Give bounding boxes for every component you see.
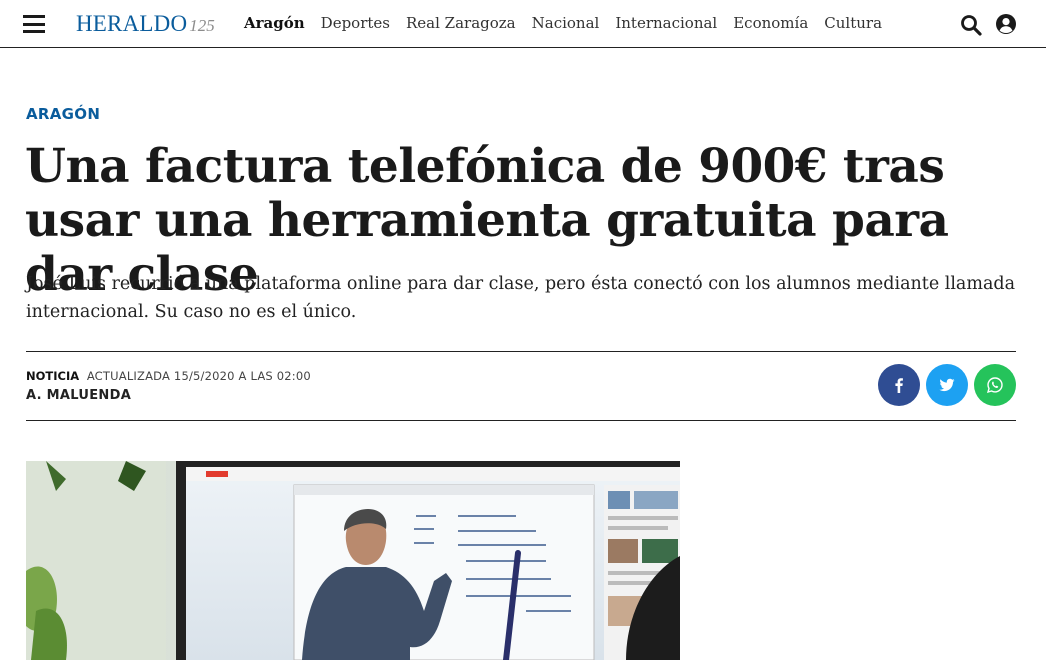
article-subtitle: José Luis recurrió a una plataforma onli… <box>26 274 1016 322</box>
article-photo[interactable] <box>26 461 680 660</box>
article-meta: NOTICIA ACTUALIZADA 15/5/2020 A LAS 02:0… <box>26 351 1016 421</box>
section-label[interactable]: ARAGÓN <box>26 105 100 123</box>
search-icon[interactable] <box>960 14 982 36</box>
main-nav: Aragón Deportes Real Zaragoza Nacional I… <box>244 13 898 33</box>
facebook-icon <box>895 378 903 393</box>
share-buttons <box>878 364 1016 406</box>
nav-item-aragon[interactable]: Aragón <box>244 13 305 33</box>
logo-badge: 125 <box>189 16 215 35</box>
whatsapp-icon <box>986 377 1003 394</box>
teacher-at-whiteboard-image <box>26 461 680 660</box>
nav-item-internacional[interactable]: Internacional <box>615 13 717 33</box>
logo-text: HERALDO <box>76 11 188 36</box>
meta-info: NOTICIA ACTUALIZADA 15/5/2020 A LAS 02:0… <box>26 369 311 383</box>
nav-item-deportes[interactable]: Deportes <box>321 13 390 33</box>
article-author[interactable]: A. MALUENDA <box>26 388 131 403</box>
nav-item-economia[interactable]: Economía <box>733 13 808 33</box>
nav-item-cultura[interactable]: Cultura <box>824 13 882 33</box>
share-twitter-button[interactable] <box>926 364 968 406</box>
article-updated: ACTUALIZADA 15/5/2020 A LAS 02:00 <box>86 369 311 383</box>
nav-item-nacional[interactable]: Nacional <box>532 13 600 33</box>
site-logo[interactable]: HERALDO 125 <box>76 11 215 37</box>
share-whatsapp-button[interactable] <box>974 364 1016 406</box>
nav-item-real-zaragoza[interactable]: Real Zaragoza <box>406 13 516 33</box>
twitter-icon <box>939 378 955 392</box>
share-facebook-button[interactable] <box>878 364 920 406</box>
site-header: HERALDO 125 Aragón Deportes Real Zaragoz… <box>0 0 1046 48</box>
menu-icon[interactable] <box>23 15 45 33</box>
article-type: NOTICIA <box>26 369 80 383</box>
user-account-icon[interactable] <box>995 13 1017 35</box>
